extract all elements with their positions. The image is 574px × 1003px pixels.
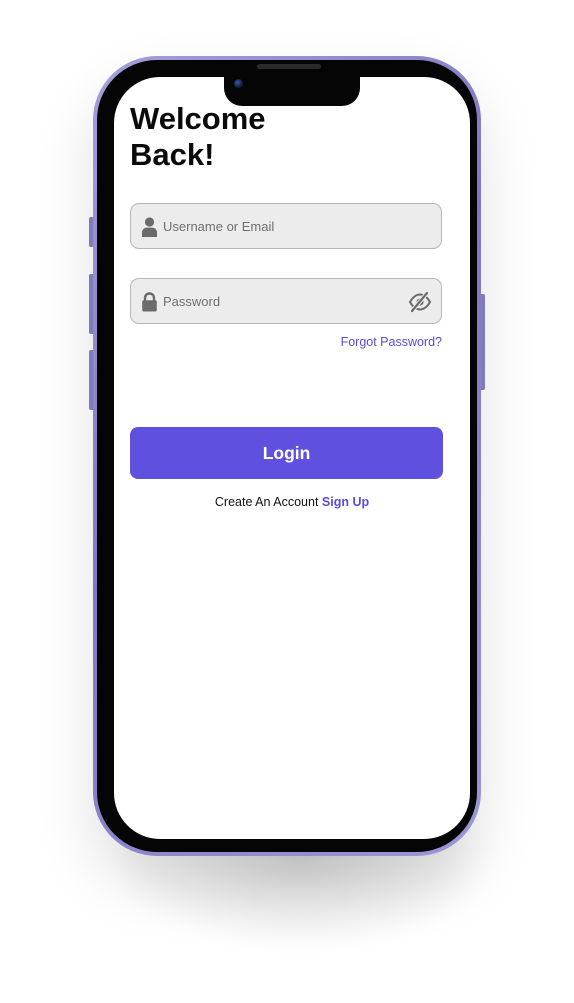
phone-bezel: Welcome Back! Username or Email Forgot P… xyxy=(97,60,477,852)
password-input[interactable] xyxy=(163,279,403,323)
username-input[interactable] xyxy=(163,204,403,248)
login-button[interactable]: Login xyxy=(130,427,443,479)
signup-prompt: Create An Account xyxy=(214,495,322,509)
notch xyxy=(224,77,360,106)
page-title: Welcome Back! xyxy=(130,101,266,173)
front-camera xyxy=(234,79,243,88)
eye-off-icon[interactable] xyxy=(408,291,432,313)
lock-icon xyxy=(142,292,157,312)
signup-row: Create An Account Sign Up xyxy=(114,495,470,509)
username-field[interactable] xyxy=(130,203,442,249)
app-screen: Welcome Back! Username or Email Forgot P… xyxy=(114,77,470,839)
sign-up-link[interactable]: Sign Up xyxy=(322,495,369,509)
user-icon xyxy=(142,217,157,237)
title-line-2: Back! xyxy=(130,137,215,172)
password-field[interactable] xyxy=(130,278,442,324)
forgot-password-link[interactable]: Forgot Password? xyxy=(341,335,442,349)
speaker-grille xyxy=(257,64,321,69)
phone-frame: Welcome Back! Username or Email Forgot P… xyxy=(93,56,481,856)
mockup-stage: Welcome Back! Username or Email Forgot P… xyxy=(0,0,574,1003)
title-line-1: Welcome xyxy=(130,101,266,136)
